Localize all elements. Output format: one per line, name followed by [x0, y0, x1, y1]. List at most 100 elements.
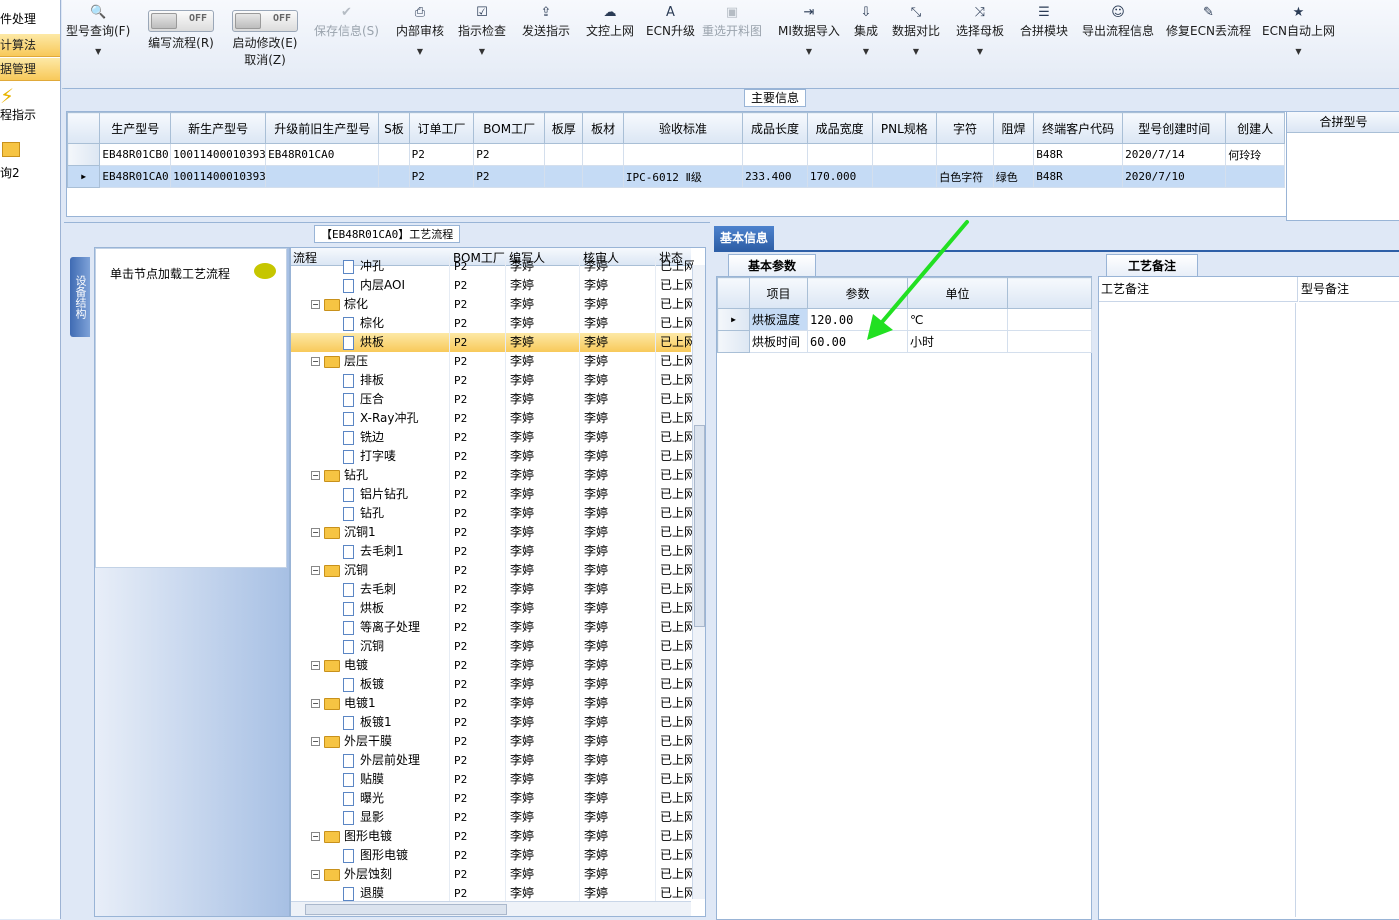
tree-row[interactable]: 排板 P2 李婷 李婷 已上网 — [291, 371, 694, 390]
main-col-header[interactable]: 订单工厂 — [408, 112, 475, 144]
collapse-icon[interactable]: − — [311, 566, 320, 575]
param-cell[interactable]: 烘板温度 — [749, 308, 808, 331]
main-col-header[interactable]: 新生产型号 — [170, 112, 267, 144]
tree-row[interactable]: 显影 P2 李婷 李婷 已上网 — [291, 808, 694, 827]
dropdown-arrow-icon[interactable]: ▼ — [778, 47, 840, 56]
tree-row[interactable]: 棕化 P2 李婷 李婷 已上网 — [291, 314, 694, 333]
tree-row[interactable]: − 图形电镀 P2 李婷 李婷 已上网 — [291, 827, 694, 846]
table-cell[interactable]: 233.400 — [742, 165, 808, 188]
tree-row[interactable]: − 层压 P2 李婷 李婷 已上网 — [291, 352, 694, 371]
param-col-header[interactable]: 项目 — [749, 277, 808, 309]
table-cell[interactable]: 10011400010393 — [170, 165, 267, 188]
collapse-icon[interactable]: − — [311, 870, 320, 879]
collapse-icon[interactable]: − — [311, 471, 320, 480]
table-cell[interactable]: 绿色 — [992, 165, 1035, 188]
table-cell[interactable]: IPC-6012 Ⅱ级 — [622, 165, 744, 188]
process-remark-field[interactable] — [1099, 303, 1296, 917]
collapse-icon[interactable]: − — [311, 737, 320, 746]
table-cell[interactable]: 170.000 — [806, 165, 873, 188]
dropdown-arrow-icon[interactable]: ▼ — [66, 47, 130, 56]
table-cell[interactable]: 2020/7/14 — [1122, 143, 1227, 166]
table-cell[interactable] — [871, 143, 938, 166]
table-cell[interactable] — [544, 143, 584, 166]
tree-row[interactable]: − 外层干膜 P2 李婷 李婷 已上网 — [291, 732, 694, 751]
main-col-header[interactable]: PNL规格 — [871, 112, 938, 144]
toolbar-button-4[interactable]: ⎙ 内部审核 ▼ — [396, 4, 444, 82]
dropdown-arrow-icon[interactable]: ▼ — [458, 47, 506, 56]
tree-row[interactable]: 烘板 P2 李婷 李婷 已上网 — [291, 599, 694, 618]
table-cell[interactable] — [582, 165, 624, 188]
main-col-header[interactable]: 成品长度 — [742, 112, 808, 144]
table-cell[interactable]: P2 — [408, 165, 475, 188]
dropdown-arrow-icon[interactable]: ▼ — [1262, 47, 1335, 56]
table-cell[interactable]: P2 — [408, 143, 475, 166]
table-cell[interactable] — [622, 143, 744, 166]
collapse-icon[interactable]: − — [311, 528, 320, 537]
tree-row[interactable]: 贴膜 P2 李婷 李婷 已上网 — [291, 770, 694, 789]
tree-row[interactable]: − 电镀1 P2 李婷 李婷 已上网 — [291, 694, 694, 713]
tree-row[interactable]: 等离子处理 P2 李婷 李婷 已上网 — [291, 618, 694, 637]
toolbar-button-3[interactable]: ✔ 保存信息(S) — [314, 4, 379, 82]
param-cell[interactable]: 烘板时间 — [749, 330, 808, 353]
row-header[interactable] — [717, 330, 750, 353]
tree-row[interactable]: X-Ray冲孔 P2 李婷 李婷 已上网 — [291, 409, 694, 428]
main-col-header[interactable]: 验收标准 — [622, 112, 744, 144]
tree-row[interactable]: 图形电镀 P2 李婷 李婷 已上网 — [291, 846, 694, 865]
toolbar-button-9[interactable]: ▣ 重选开料图 — [702, 4, 762, 82]
table-cell[interactable]: 10011400010393 — [170, 143, 267, 166]
main-col-header[interactable]: 创建人 — [1225, 112, 1285, 144]
nav-icon-item-1[interactable]: 询2 — [0, 142, 60, 181]
collapse-icon[interactable]: − — [311, 832, 320, 841]
table-cell[interactable] — [265, 165, 380, 188]
basic-info-tab[interactable]: 基本信息 — [714, 226, 775, 250]
main-col-header[interactable]: 终端客户代码 — [1033, 112, 1124, 144]
nav-icon-item-0[interactable]: ⚡ 程指示 — [0, 84, 60, 123]
toolbar-button-5[interactable]: ☑ 指示检查 ▼ — [458, 4, 506, 82]
main-col-header[interactable]: S板 — [378, 112, 410, 144]
collapse-icon[interactable]: − — [311, 699, 320, 708]
table-cell[interactable]: P2 — [473, 165, 546, 188]
dropdown-arrow-icon[interactable]: ▼ — [396, 47, 444, 56]
tree-row[interactable]: 内层AOI P2 李婷 李婷 已上网 — [291, 276, 694, 295]
tree-row[interactable]: 外层前处理 P2 李婷 李婷 已上网 — [291, 751, 694, 770]
tree-row[interactable]: 板镀 P2 李婷 李婷 已上网 — [291, 675, 694, 694]
table-cell[interactable] — [1225, 165, 1285, 188]
table-cell[interactable]: B48R — [1033, 143, 1124, 166]
table-cell[interactable] — [544, 165, 584, 188]
tree-row[interactable]: 烘板 P2 李婷 李婷 已上网 — [291, 333, 694, 352]
table-row[interactable]: ▶ EB48R01CA0 10011400010393 P2 P2 IPC-6012 Ⅱ级… — [67, 165, 1285, 188]
toolbar-button-6[interactable]: ⇪ 发送指示 — [522, 4, 570, 82]
main-col-header[interactable]: 字符 — [936, 112, 994, 144]
tree-row[interactable]: 去毛刺1 P2 李婷 李婷 已上网 — [291, 542, 694, 561]
toolbar-button-16[interactable]: ✎ 修复ECN丢流程 — [1166, 4, 1251, 82]
table-cell[interactable]: 2020/7/10 — [1122, 165, 1227, 188]
toolbar-button-11[interactable]: ⇩ 集成 ▼ — [854, 4, 878, 82]
main-col-header[interactable]: 生产型号 — [99, 112, 172, 144]
basic-params-tab[interactable]: 基本参数 — [728, 254, 816, 277]
dropdown-arrow-icon[interactable]: ▼ — [892, 47, 940, 56]
toolbar-button-7[interactable]: ☁ 文控上网 — [586, 4, 634, 82]
toolbar-button-0[interactable]: 🔍 型号查询(F) ▼ — [66, 4, 130, 82]
collapse-icon[interactable]: − — [311, 300, 320, 309]
main-col-header[interactable]: 型号创建时间 — [1122, 112, 1227, 144]
row-header[interactable]: ▶ — [67, 165, 101, 188]
toolbar-button-13[interactable]: ⤨ 选择母板 ▼ — [956, 4, 1004, 82]
table-cell[interactable]: P2 — [473, 143, 546, 166]
tree-row[interactable]: 铝片钻孔 P2 李婷 李婷 已上网 — [291, 485, 694, 504]
nav-item-2[interactable]: 据管理 — [0, 58, 60, 81]
tree-row[interactable]: − 外层蚀刻 P2 李婷 李婷 已上网 — [291, 865, 694, 884]
main-col-header[interactable]: 板材 — [582, 112, 624, 144]
table-cell[interactable] — [992, 143, 1035, 166]
table-cell[interactable]: 白色字符 — [936, 165, 994, 188]
table-cell[interactable] — [378, 165, 410, 188]
tree-row[interactable]: − 电镀 P2 李婷 李婷 已上网 — [291, 656, 694, 675]
tree-row[interactable]: − 沉铜1 P2 李婷 李婷 已上网 — [291, 523, 694, 542]
toggle-icon[interactable]: OFF — [232, 10, 298, 32]
tree-row[interactable]: 钻孔 P2 李婷 李婷 已上网 — [291, 504, 694, 523]
toolbar-button-14[interactable]: ☰ 合拼模块 — [1020, 4, 1068, 82]
nav-item-1[interactable]: 计算法 — [0, 34, 60, 57]
tree-row[interactable]: 曝光 P2 李婷 李婷 已上网 — [291, 789, 694, 808]
toggle-icon[interactable]: OFF — [148, 10, 214, 32]
row-header[interactable]: ▶ — [717, 308, 750, 331]
toolbar-button-2[interactable]: OFF 启动修改(E) 取消(Z) — [232, 4, 298, 82]
